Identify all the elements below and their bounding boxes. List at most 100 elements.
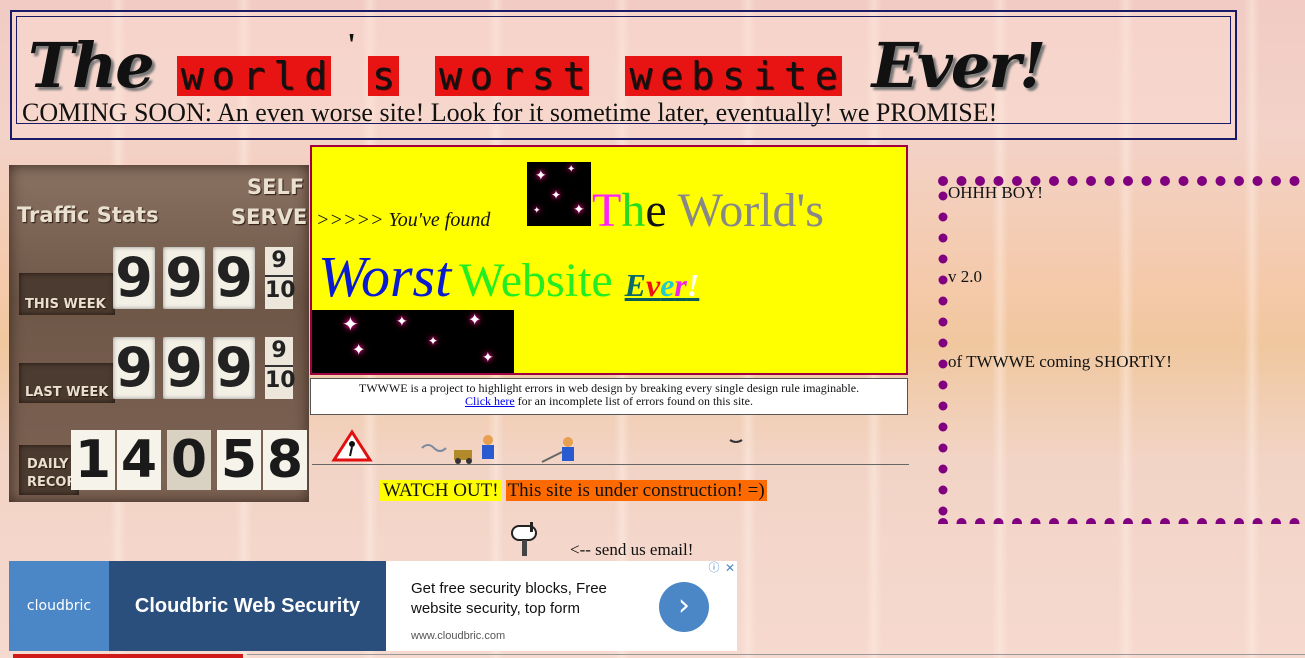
- ever-letter: !: [686, 267, 700, 303]
- the-worlds-heading: The World's: [592, 183, 824, 238]
- sparkle-icon: ✦: [342, 312, 359, 336]
- fraction-bottom: 10: [265, 278, 296, 303]
- border-dot: [938, 359, 948, 369]
- border-dot: [938, 212, 948, 222]
- bottom-red-bar: [13, 654, 243, 658]
- errors-list-link[interactable]: Click here: [465, 394, 515, 408]
- fraction-bottom: 10: [265, 368, 296, 393]
- border-dot: [1178, 518, 1189, 524]
- self-label: SELF: [247, 175, 305, 199]
- border-dot: [938, 191, 948, 201]
- the-letter: T: [592, 184, 622, 237]
- ad-brand-name[interactable]: Cloudbric Web Security: [109, 561, 386, 651]
- daily-record-digit: 1: [71, 430, 115, 490]
- traffic-stats-title: Traffic Stats: [17, 203, 159, 227]
- title-apostrophe: ': [347, 26, 357, 62]
- cloudbric-ad-banner[interactable]: cloudbric Cloudbric Web Security Get fre…: [9, 561, 737, 651]
- fraction-top: 9: [265, 247, 293, 277]
- sparkle-icon: ✦: [352, 340, 366, 359]
- horizontal-divider: [312, 464, 909, 465]
- this-week-digit: 9: [213, 247, 255, 309]
- border-dot: [938, 401, 948, 411]
- dotted-border-box: [938, 176, 1300, 524]
- title-letter: w: [434, 56, 466, 96]
- border-dot: [938, 317, 948, 327]
- sparkle-icon: ✦: [533, 206, 541, 216]
- border-dot: [1049, 518, 1059, 524]
- construction-animation-strip: [331, 429, 743, 464]
- close-icon[interactable]: ✕: [723, 561, 737, 575]
- border-dot: [1086, 176, 1096, 186]
- last-week-digit: 9: [113, 337, 155, 399]
- the-letter: e: [645, 184, 667, 237]
- border-dot: [938, 338, 948, 348]
- worst-word: Worst: [318, 244, 452, 309]
- title-letter: o: [465, 56, 497, 96]
- ad-copy-text[interactable]: Get free security blocks, Free website s…: [411, 579, 641, 619]
- border-dot: [938, 485, 948, 495]
- last-week-label: LAST WEEK: [25, 385, 109, 400]
- title-letter: b: [687, 56, 719, 96]
- ad-info-icon[interactable]: ⓘ: [707, 561, 721, 575]
- cloudbric-logo[interactable]: cloudbric: [9, 561, 109, 651]
- send-email-link[interactable]: <-- send us email!: [570, 540, 693, 560]
- coming-soon-text: COMING SOON: An even worse site! Look fo…: [22, 98, 998, 127]
- serve-label: SERVE: [231, 205, 308, 229]
- border-dot: [1178, 176, 1189, 186]
- title-worlds-word: w o r l d: [176, 48, 332, 96]
- border-dot: [1215, 518, 1226, 524]
- border-dot: [938, 443, 948, 453]
- daily-record-digit: 5: [217, 430, 261, 490]
- coming-shortly-text: of TWWWE coming SHORTlY!: [948, 352, 1172, 371]
- title-letter: w: [176, 56, 208, 96]
- bottom-divider: [247, 654, 1305, 655]
- daily-label: DAILY: [27, 457, 69, 472]
- this-week-digit: 9: [163, 247, 205, 309]
- sparkle-icon: ✦: [428, 334, 439, 348]
- under-construction-text: This site is under construction! =): [505, 480, 767, 501]
- border-dot: [938, 518, 948, 524]
- ad-url-text[interactable]: www.cloudbric.com: [411, 630, 505, 642]
- this-week-label: THIS WEEK: [25, 297, 106, 312]
- ever-letter: v: [646, 267, 661, 303]
- road-work-sign-icon: [331, 429, 373, 462]
- border-dot: [938, 506, 948, 516]
- construction-worker-icon: [421, 435, 494, 464]
- border-dot: [1252, 518, 1263, 524]
- border-dot: [1215, 176, 1226, 186]
- title-letter: l: [269, 56, 301, 96]
- construction-warning: WATCH OUT! This site is under constructio…: [380, 480, 767, 502]
- border-dot: [1049, 176, 1059, 186]
- title-letter: d: [300, 56, 332, 96]
- sparkle-icon: ✦: [482, 350, 494, 366]
- border-dot: [938, 380, 948, 390]
- title-letter: o: [207, 56, 239, 96]
- ever-letter: r: [674, 267, 687, 303]
- border-dot: [938, 422, 948, 432]
- project-info-box: TWWWE is a project to highlight errors i…: [310, 378, 908, 415]
- border-dot: [1252, 176, 1263, 186]
- ohhh-boy-text: OHHH BOY!: [948, 183, 1043, 202]
- border-dot: [1123, 518, 1133, 524]
- title-ever: Ever!: [871, 29, 1047, 102]
- sparkle-icon: ✦: [396, 314, 408, 330]
- ever-letter: e: [660, 267, 675, 303]
- record-label: RECOR: [27, 475, 77, 490]
- title-worst-word: w o r s t: [434, 48, 590, 96]
- daily-record-digit: 0: [167, 430, 211, 490]
- sparkle-icon: ✦: [573, 202, 585, 218]
- worlds-worst-banner: >>>>> You've found ✦ ✦ ✦ ✦ ✦ The World's…: [310, 145, 908, 375]
- title-s: s: [368, 48, 399, 96]
- border-dot: [1012, 518, 1022, 524]
- daily-record-digit: 4: [117, 430, 161, 490]
- title-letter: s: [718, 56, 749, 96]
- border-dot: [1104, 176, 1115, 186]
- the-letter: h: [621, 184, 646, 237]
- mailbox-icon[interactable]: [510, 522, 542, 556]
- title-website-word: w e b s i t e: [625, 48, 842, 96]
- chevron-right-icon[interactable]: ›: [659, 582, 709, 632]
- border-dot: [956, 518, 967, 524]
- border-dot: [1289, 518, 1300, 524]
- border-dot: [1234, 176, 1244, 186]
- info-line-2: Click here for an incomplete list of err…: [311, 395, 907, 408]
